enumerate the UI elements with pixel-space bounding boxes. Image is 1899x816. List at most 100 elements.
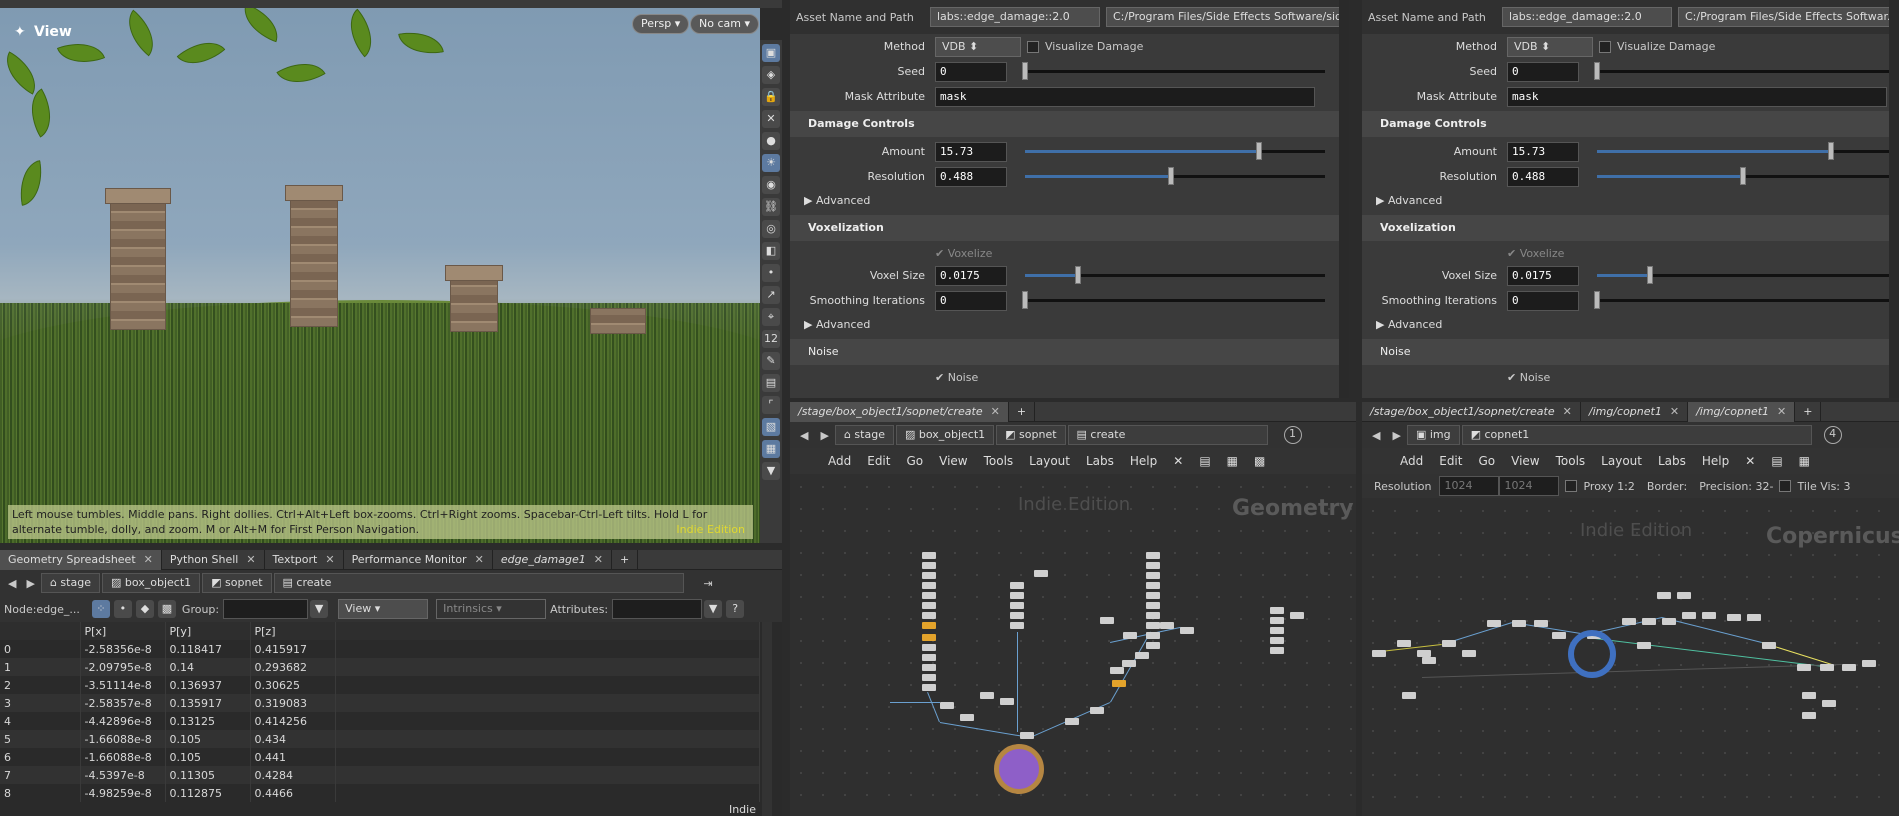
seed-field[interactable]: 0 [935, 61, 1007, 82]
network-node[interactable] [922, 634, 936, 641]
network-node[interactable] [922, 644, 936, 651]
lock-icon[interactable]: 🔒 [762, 88, 780, 106]
network-node[interactable] [922, 664, 936, 671]
network-node[interactable] [1122, 660, 1136, 667]
noise-section[interactable]: Noise [1362, 339, 1899, 365]
voxelize-checkbox[interactable]: ✔ Voxelize [1507, 247, 1564, 260]
network-node[interactable] [1146, 622, 1160, 629]
network-node[interactable] [1642, 618, 1656, 625]
noise-checkbox[interactable]: ✔ Noise [935, 371, 978, 384]
camera-menu[interactable]: No cam ▾ [690, 14, 759, 34]
attributes-field[interactable] [612, 599, 703, 619]
network-node[interactable] [922, 592, 936, 599]
selected-node[interactable] [1568, 630, 1616, 678]
network-node[interactable] [922, 674, 936, 681]
ghost-icon[interactable]: ✕ [762, 110, 780, 128]
resolution-field[interactable]: 0.488 [935, 166, 1007, 187]
asset-dropdown[interactable]: labs::edge_damage::2.0 [1502, 7, 1672, 27]
path-stage[interactable]: ⌂ stage [40, 573, 100, 593]
advanced-toggle[interactable]: ▶ Advanced [1362, 313, 1899, 337]
mask-field[interactable]: mask [1507, 86, 1887, 107]
smoothing-slider[interactable] [1594, 291, 1897, 309]
stamp-icon[interactable]: ▤ [762, 374, 780, 392]
intrinsics-dropdown[interactable]: Intrinsics ▾ [436, 599, 547, 619]
network-node[interactable] [1372, 650, 1386, 657]
network-node[interactable] [1146, 602, 1160, 609]
method-dropdown[interactable]: VDB ⬍ [1507, 36, 1593, 57]
network-node[interactable] [1657, 592, 1671, 599]
frame-icon[interactable]: ⌜ [762, 396, 780, 414]
advanced-toggle[interactable]: ▶ Advanced [790, 313, 1349, 337]
network-node[interactable] [1862, 660, 1876, 667]
forward-icon[interactable]: ▶ [26, 577, 34, 590]
network-node[interactable] [1146, 582, 1160, 589]
network-node[interactable] [1146, 552, 1160, 559]
network-node[interactable] [922, 684, 936, 691]
seed-slider[interactable] [1594, 62, 1897, 80]
network-node[interactable] [1146, 572, 1160, 579]
network-node[interactable] [1020, 732, 1034, 739]
network-node[interactable] [1146, 642, 1160, 649]
network-node[interactable] [1677, 592, 1691, 599]
noise-section[interactable]: Noise [790, 339, 1349, 365]
network-node[interactable] [1512, 620, 1526, 627]
network-node[interactable] [1462, 650, 1476, 657]
network-node[interactable] [1065, 718, 1079, 725]
network-node[interactable] [1552, 632, 1566, 639]
network-node[interactable] [1090, 707, 1104, 714]
network-node[interactable] [1822, 700, 1836, 707]
network-node[interactable] [980, 692, 994, 699]
view-dropdown[interactable]: View ▾ [338, 599, 429, 619]
detail-icon[interactable]: ▩ [157, 600, 176, 618]
smoothing-slider[interactable] [1022, 291, 1325, 309]
snap-icon[interactable]: ◈ [762, 66, 780, 84]
eye-icon[interactable]: ◎ [762, 220, 780, 238]
light-icon[interactable]: ☀ [762, 154, 780, 172]
network-node[interactable] [922, 572, 936, 579]
network-node[interactable] [922, 622, 936, 629]
network-node[interactable] [1146, 562, 1160, 569]
seed-field[interactable]: 0 [1507, 61, 1579, 82]
network-node[interactable] [1802, 712, 1816, 719]
tab-performance-monitor[interactable]: Performance Monitor ✕ [344, 549, 493, 570]
path-box-object[interactable]: ▨ box_object1 [101, 573, 201, 593]
back-icon[interactable]: ◀ [8, 577, 16, 590]
mask-field[interactable]: mask [935, 86, 1315, 107]
normal-icon[interactable]: ↗ [762, 286, 780, 304]
smoothing-field[interactable]: 0 [1507, 290, 1579, 311]
selected-node[interactable] [994, 744, 1044, 794]
network-node[interactable] [1487, 620, 1501, 627]
link-icon[interactable]: ⛓ [762, 198, 780, 216]
network-node[interactable] [1762, 642, 1776, 649]
asset-path-dropdown[interactable]: C:/Program Files/Side Effects Softwar... [1678, 7, 1893, 27]
network-node[interactable] [1662, 618, 1676, 625]
network-node[interactable] [1270, 647, 1284, 654]
network-node[interactable] [1146, 612, 1160, 619]
resolution-slider[interactable] [1025, 167, 1325, 185]
resolution-field[interactable]: 0.488 [1507, 166, 1579, 187]
visualize-checkbox[interactable] [1599, 40, 1611, 53]
voxel-size-field[interactable]: 0.0175 [1507, 265, 1579, 286]
camera-icon[interactable]: ◧ [762, 242, 780, 260]
amount-field[interactable]: 15.73 [935, 141, 1007, 162]
network-node[interactable] [1146, 592, 1160, 599]
noise-checkbox[interactable]: ✔ Noise [1507, 371, 1550, 384]
amount-slider[interactable] [1597, 142, 1897, 160]
pick-icon[interactable]: ⌖ [762, 308, 780, 326]
scroll-down-icon[interactable]: ▼ [762, 462, 780, 480]
asset-path-dropdown[interactable]: C:/Program Files/Side Effects Software/s… [1106, 7, 1343, 27]
help-icon[interactable]: ? [726, 600, 745, 618]
network-node[interactable] [1270, 617, 1284, 624]
amount-field[interactable]: 15.73 [1507, 141, 1579, 162]
network-node[interactable] [922, 612, 936, 619]
network-node[interactable] [1270, 607, 1284, 614]
advanced-toggle[interactable]: ▶ Advanced [790, 189, 1349, 213]
network-node[interactable] [1112, 680, 1126, 687]
network-node[interactable] [1637, 642, 1651, 649]
network-node[interactable] [1000, 698, 1014, 705]
network-node[interactable] [1797, 664, 1811, 671]
tab-python-shell[interactable]: Python Shell ✕ [162, 549, 265, 570]
amount-slider[interactable] [1025, 142, 1325, 160]
prims-icon[interactable]: ◆ [135, 600, 154, 618]
add-tab-icon[interactable]: + [612, 549, 639, 570]
